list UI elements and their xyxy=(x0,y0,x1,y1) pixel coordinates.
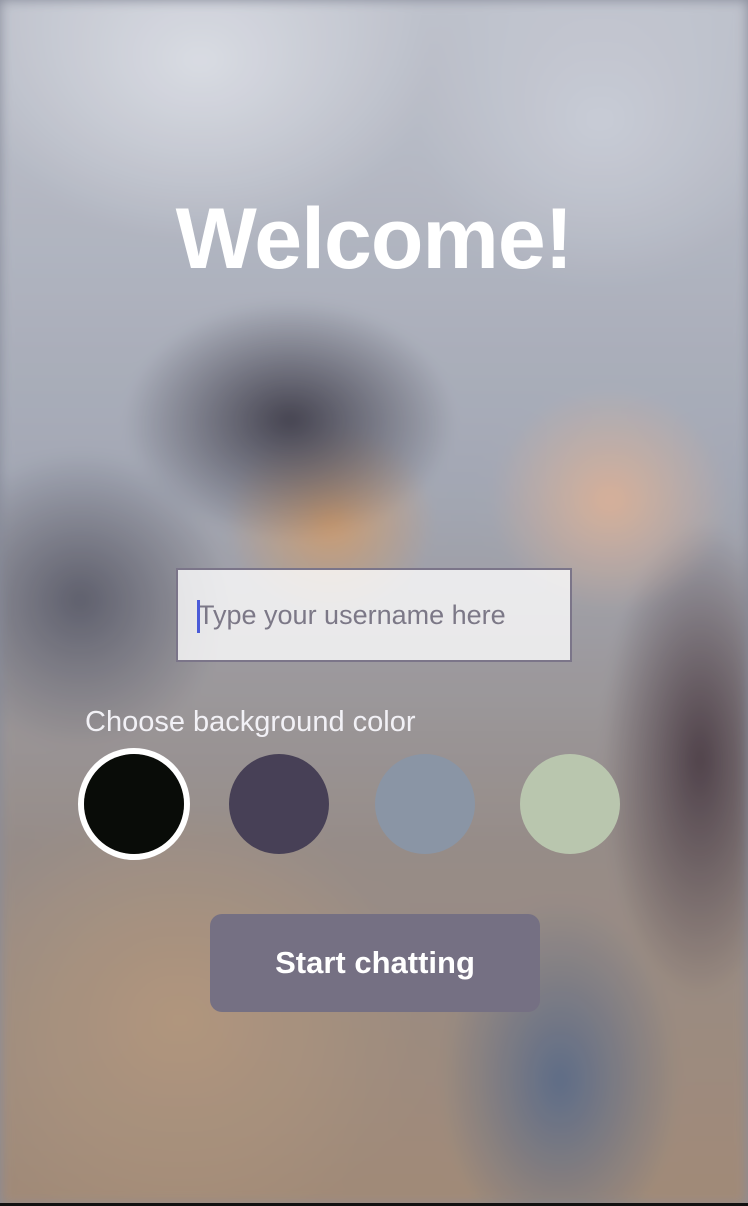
color-swatch-gray[interactable] xyxy=(375,754,475,854)
color-picker-label: Choose background color xyxy=(85,706,416,738)
username-input[interactable] xyxy=(178,570,570,660)
color-swatch-black[interactable] xyxy=(84,754,184,854)
color-swatches xyxy=(0,748,748,860)
start-screen: Welcome! Choose background color Start c… xyxy=(0,0,748,1206)
text-cursor xyxy=(197,600,200,633)
color-swatch-green[interactable] xyxy=(520,754,620,854)
welcome-title: Welcome! xyxy=(175,191,574,287)
username-field[interactable] xyxy=(176,568,572,662)
start-chatting-button[interactable]: Start chatting xyxy=(210,914,540,1012)
color-swatch-purple[interactable] xyxy=(229,754,329,854)
